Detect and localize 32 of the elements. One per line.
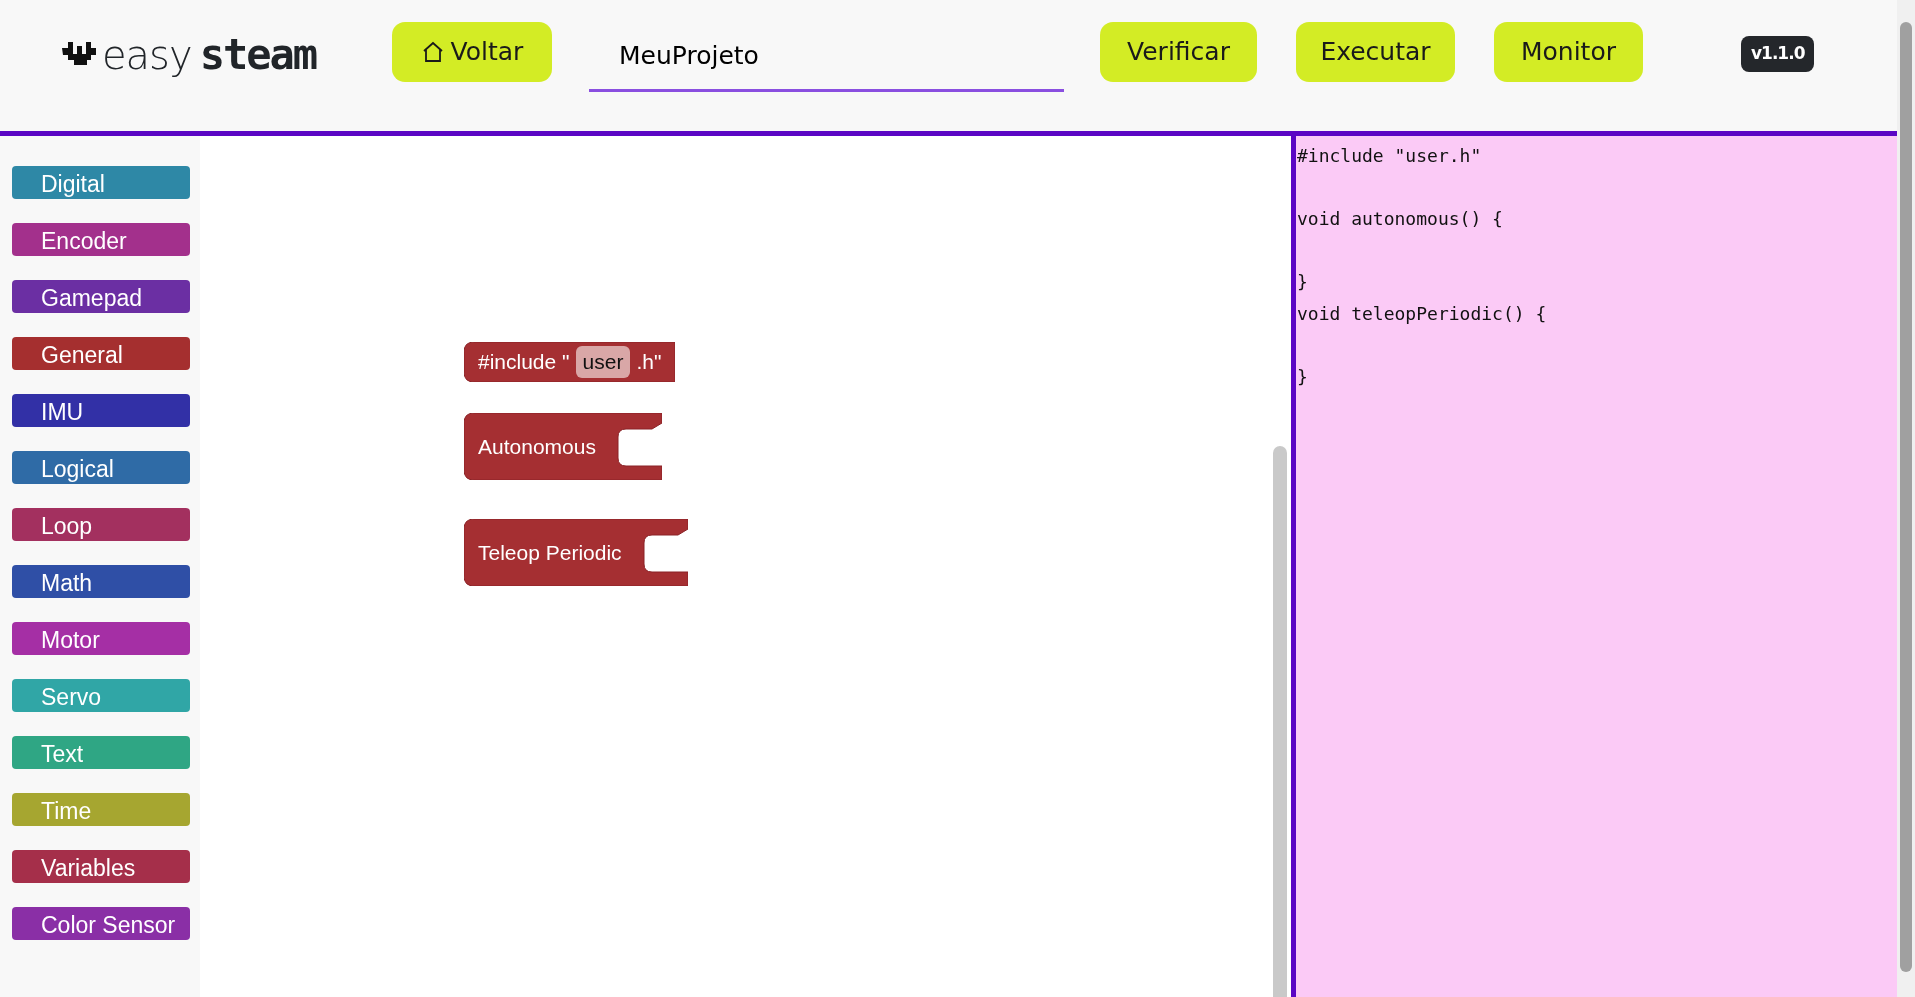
scrollbar-thumb[interactable] (1273, 446, 1287, 997)
code-block[interactable]: Teleop Periodic (464, 519, 688, 586)
category-button[interactable]: Loop (12, 508, 190, 541)
action-button[interactable]: Executar (1296, 22, 1455, 82)
category-button[interactable]: Logical (12, 451, 190, 484)
version-badge: v1.1.0 (1741, 36, 1815, 72)
block-label: #include " (478, 349, 570, 376)
logo-text: easy (102, 35, 192, 75)
category-button[interactable]: Gamepad (12, 280, 190, 313)
code-block[interactable]: Autonomous (464, 413, 662, 480)
project-name-field[interactable]: MeuProjeto (589, 22, 1064, 92)
scrollbar-thumb[interactable] (1900, 22, 1912, 972)
category-button[interactable]: General (12, 337, 190, 370)
block-label: Autonomous (478, 433, 596, 460)
category-button[interactable]: Color Sensor (12, 907, 190, 940)
block-label: Teleop Periodic (478, 539, 622, 566)
action-button[interactable]: Verificar (1100, 22, 1257, 82)
action-button[interactable]: Monitor (1494, 22, 1643, 82)
category-button[interactable]: Encoder (12, 223, 190, 256)
code-text: #include "user.h" void autonomous() { } void teleopPeriodic() { } (1296, 144, 1548, 389)
code-block[interactable]: #include " user .h" (464, 342, 676, 382)
category-button[interactable]: Digital (12, 166, 190, 199)
category-button[interactable]: Math (12, 565, 190, 598)
scrollbar[interactable] (1897, 0, 1915, 997)
logo-icon (62, 42, 96, 68)
category-button[interactable]: Motor (12, 622, 190, 655)
block-label: .h" (636, 349, 662, 376)
text-field[interactable]: user (575, 346, 631, 378)
category-button[interactable]: Variables (12, 850, 190, 883)
category-button[interactable]: IMU (12, 394, 190, 427)
back-button[interactable]: Voltar (392, 22, 552, 82)
logo-text: steam (199, 34, 317, 76)
